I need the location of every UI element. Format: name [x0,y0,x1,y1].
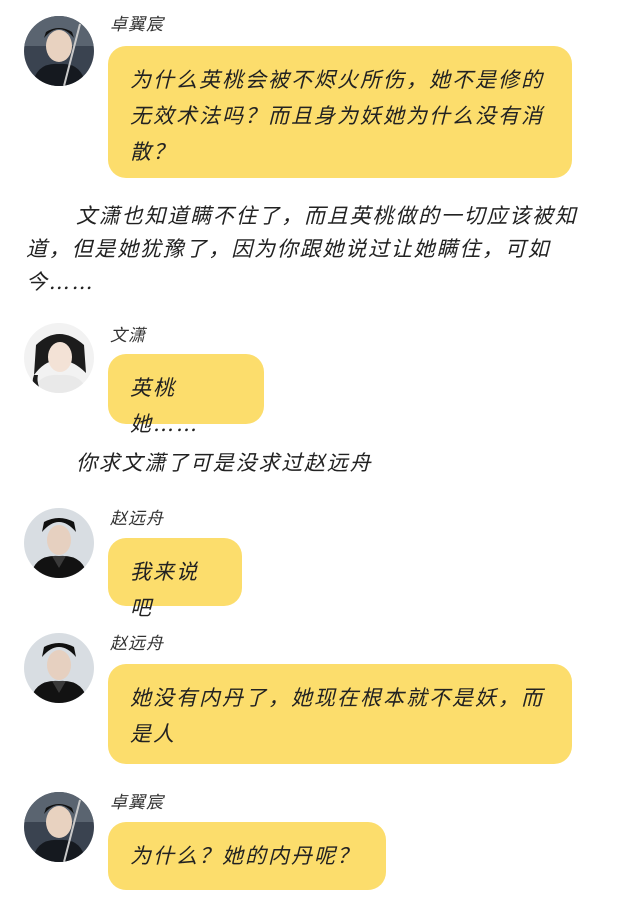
avatar-zhuo-yichen[interactable] [24,16,94,86]
avatar-zhao-yuanzhou-portrait [24,633,94,703]
narration-text: 文潇也知道瞒不住了，而且英桃做的一切应该被知道，但是她犹豫了，因为你跟她说过让她… [26,204,578,294]
avatar-wen-xiao-portrait [24,323,94,393]
avatar-zhao-yuanzhou[interactable] [24,508,94,578]
speaker-name: 赵远舟 [110,509,164,529]
avatar-zhuo-yichen-portrait [24,16,94,86]
message-bubble: 我来说吧 [108,538,242,620]
chat-screenshot: { "speakers": { "zhuo": "卓翼宸", "wenxiao"… [0,0,640,905]
speaker-name: 卓翼宸 [110,15,164,35]
avatar-wen-xiao[interactable] [24,323,94,393]
avatar-zhao-yuanzhou-portrait [24,508,94,578]
speaker-name: 卓翼宸 [110,793,164,813]
avatar-zhuo-yichen-portrait [24,792,94,862]
message-bubble: 英桃她…… [108,354,264,436]
speaker-name: 赵远舟 [110,634,164,654]
speaker-name: 文潇 [110,326,146,346]
narration-text: 你求文潇了可是没求过赵远舟 [76,451,373,475]
message-bubble: 她没有内丹了，她现在根本就不是妖，而是人 [108,664,572,764]
avatar-zhuo-yichen[interactable] [24,792,94,862]
message-bubble: 为什么？她的内丹呢？ [108,822,386,890]
message-bubble: 为什么英桃会被不烬火所伤，她不是修的无效术法吗？而且身为妖她为什么没有消散？ [108,46,572,178]
avatar-zhao-yuanzhou[interactable] [24,633,94,703]
